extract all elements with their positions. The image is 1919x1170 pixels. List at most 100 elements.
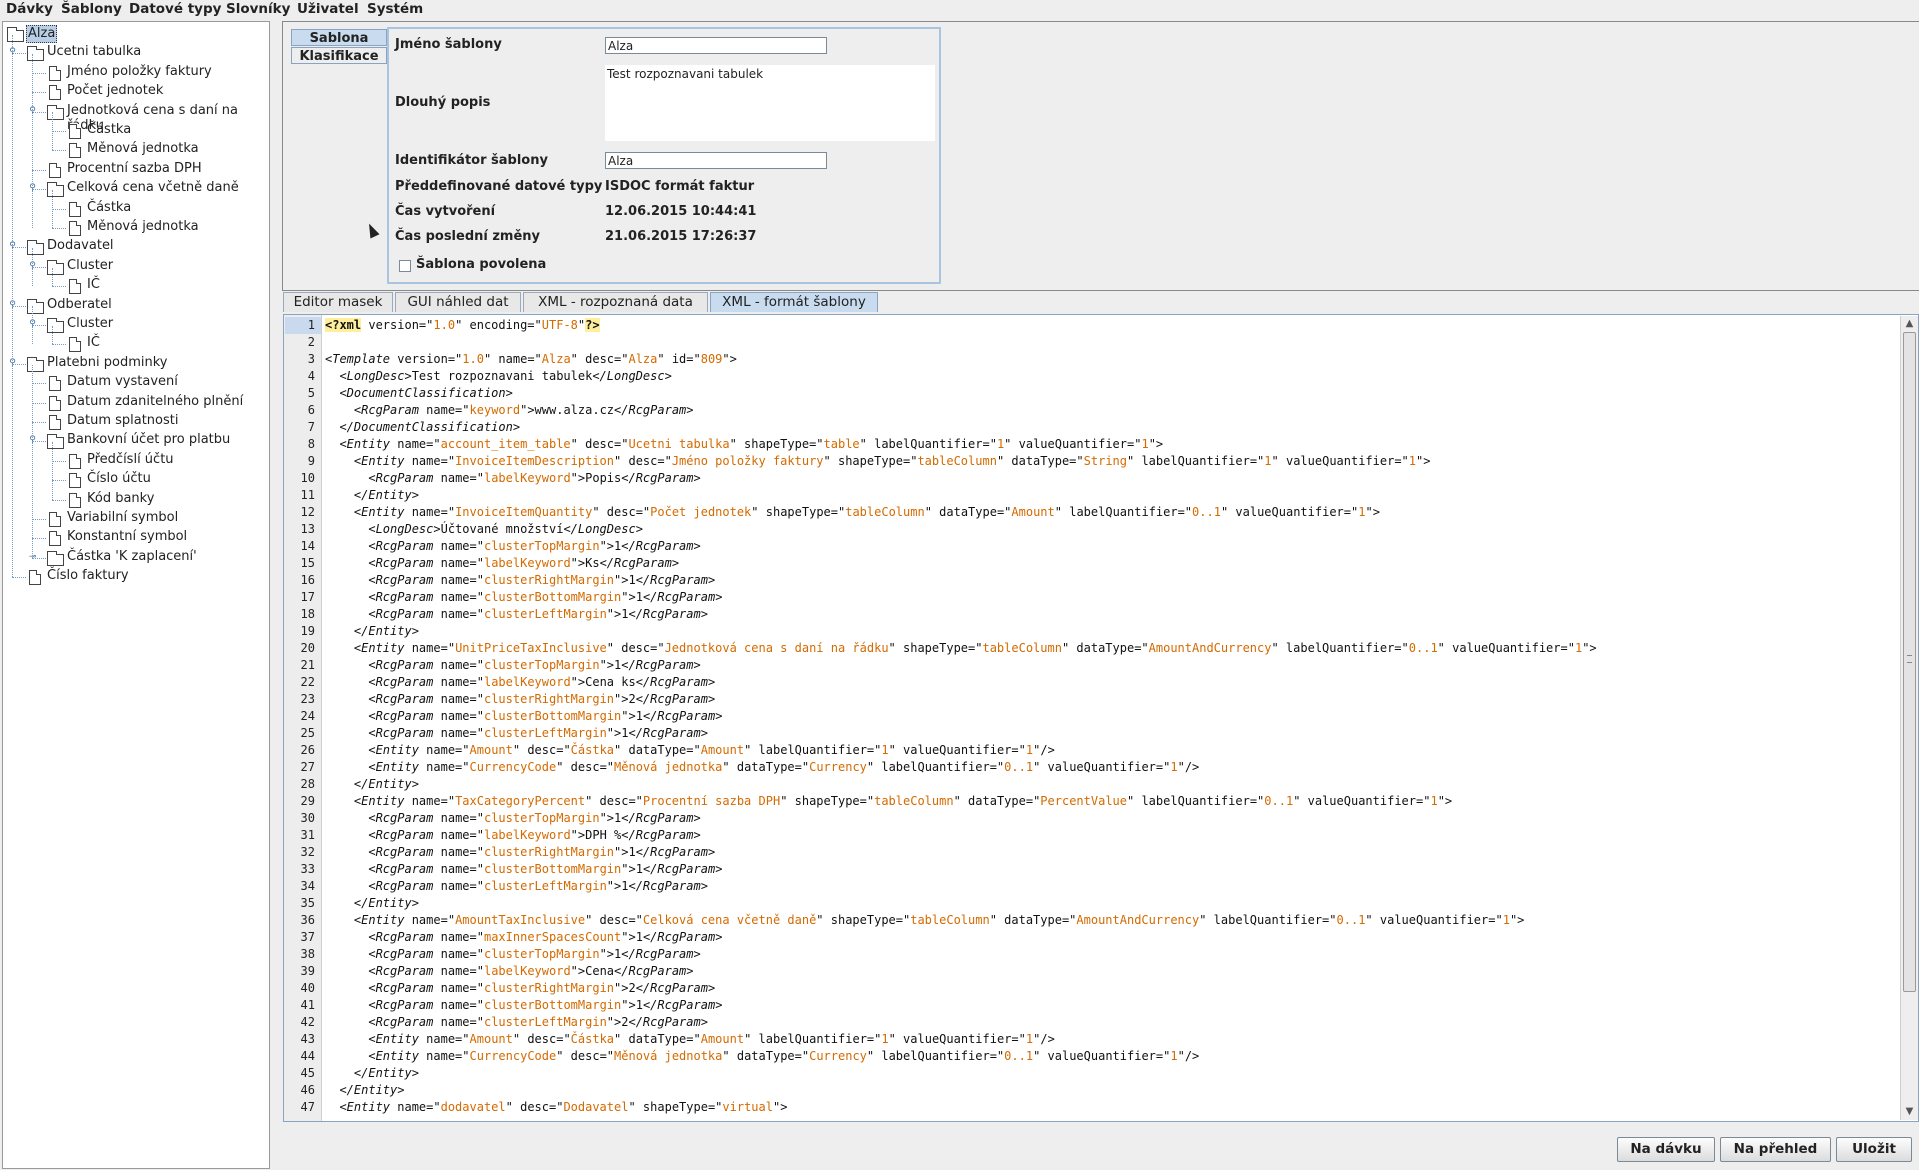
line-number: 1 [285,317,321,334]
tree-node-label: Cluster [67,316,114,331]
description-textarea[interactable]: Test rozpoznavani tabulek [605,65,935,141]
description-label: Dlouhý popis [395,95,491,110]
tree-connector [32,422,46,423]
scroll-down-icon[interactable]: ▼ [1903,1105,1916,1118]
modified-value: 21.06.2015 17:26:37 [605,229,757,244]
code-line: <RcgParam name="keyword">www.alza.cz</Rc… [353,403,694,417]
code-line: <RcgParam name="clusterBottomMargin">1</… [368,862,723,876]
code-line: </DocumentClassification> [339,420,521,434]
tree-node-label: Částka [87,199,132,215]
tree-connector [32,72,46,74]
menu-uzivatel[interactable]: Uživatel [297,1,359,17]
code-line: <Entity name="InvoiceItemQuantity" desc=… [353,505,1380,519]
line-number: 2 [307,335,315,349]
code-line: </Entity> [353,488,419,502]
folder-icon [47,434,64,450]
code-line: <Entity name="InvoiceItemDescription" de… [353,454,1431,468]
line-number: 23 [300,692,315,706]
tree-node[interactable] [3,335,267,353]
enabled-checkbox[interactable] [399,260,411,272]
predefined-types-value: ISDOC formát faktur [605,179,755,194]
tree-guide [52,189,53,228]
line-number: 3 [307,352,315,366]
document-icon [69,279,81,295]
tree-guide [52,112,53,151]
folder-icon [27,240,44,256]
line-number: 41 [300,998,315,1012]
to-batch-button[interactable]: Na dávku [1617,1137,1715,1162]
document-icon [49,65,61,81]
folder-icon [47,182,64,198]
line-number: 32 [300,845,315,859]
menu-sablony[interactable]: Šablony [61,1,122,17]
tab-klasifikace[interactable]: Klasifikace [291,47,387,64]
tree-node[interactable] [3,277,267,295]
code-line: <RcgParam name="labelKeyword">Cena ks</R… [368,675,716,689]
code-line: <Entity name="AmountTaxInclusive" desc="… [353,913,1525,927]
line-number: 29 [300,794,315,808]
document-icon [49,415,61,430]
scroll-thumb[interactable] [1903,332,1916,992]
save-button[interactable]: Uložit [1836,1137,1912,1162]
line-number: 35 [300,896,315,910]
menu-davky[interactable]: Dávky [6,1,53,17]
line-number: 17 [300,590,315,604]
document-icon [29,570,41,586]
document-icon [49,85,61,101]
line-number: 6 [307,403,315,417]
line-number: 5 [307,386,315,400]
code-line: <Entity name="UnitPriceTaxInclusive" des… [353,641,1597,655]
tree-connector [32,169,46,171]
tree-node-label: Konstantní symbol [67,529,188,545]
to-overview-button[interactable]: Na přehled [1720,1137,1831,1162]
predefined-types-label: Předdefinované datové typy [395,179,603,194]
code-line: <RcgParam name="clusterRightMargin">1</R… [368,573,716,587]
code-line: <RcgParam name="clusterTopMargin">1</Rcg… [368,539,701,553]
code-line: <RcgParam name="clusterTopMargin">1</Rcg… [368,947,701,961]
scroll-up-icon[interactable]: ▲ [1903,317,1916,330]
name-label: Jméno šablony [395,37,502,52]
line-number: 31 [300,828,315,842]
code-line: <RcgParam name="clusterLeftMargin">1</Rc… [368,879,708,893]
tree-node[interactable] [3,568,267,586]
tab-editor-masek[interactable]: Editor masek [283,292,393,312]
folder-icon [47,318,64,333]
tree-node-label: IČ [87,277,100,293]
tab-gui-nahled[interactable]: GUI náhled dat [395,292,521,312]
template-id-input[interactable] [605,152,827,169]
menu-slovniky[interactable]: Slovníky [226,1,290,17]
line-number: 34 [300,879,315,893]
line-number: 15 [300,556,315,570]
tree-guide [32,248,33,287]
tree-connector [52,208,66,210]
menu-system[interactable]: Systém [367,1,423,17]
tree-connector [52,460,66,462]
code-line: </Entity> [353,624,419,638]
code-line: <Template version="1.0" name="Alza" desc… [325,352,737,366]
tree-node-label: Datum zdanitelného plnění [67,393,244,409]
tab-xml-format[interactable]: XML - formát šablony [710,292,878,312]
tree-node[interactable] [3,122,267,140]
tree-connector [12,577,26,579]
tab-xml-rozpoznana[interactable]: XML - rozpoznaná data [523,292,708,312]
line-number: 45 [300,1066,315,1080]
tree-guide [32,364,33,558]
code-line: <RcgParam name="clusterLeftMargin">1</Rc… [368,607,708,621]
tree-node[interactable] [3,200,267,218]
document-icon [69,337,81,353]
line-number: 33 [300,862,315,876]
editor-scrollbar[interactable]: ▲ ▼ [1900,316,1918,1120]
folder-icon [7,27,24,42]
xml-editor[interactable]: 1 2 3 4 5 6 7 8 9 10 11 12 13 14 15 16 17 18 19 20 21 22 23 24 2… [283,314,1919,1122]
menu-datove-typy[interactable]: Datové typy [129,1,221,17]
name-input[interactable] [605,37,827,54]
tree-node-label: Cluster [67,257,114,273]
tree-node-label: Částka 'K zaplacení' [67,548,197,564]
tree-connector [32,538,46,540]
template-tree[interactable]: Alza ⚲ Ucetni tabulka Jméno položky faktury… [2,21,270,1169]
line-number: 46 [300,1083,315,1097]
line-number: 4 [307,369,315,383]
tab-sablona[interactable]: Sablona [291,29,387,46]
code-line: <DocumentClassification> [339,386,513,400]
code-line: <RcgParam name="labelKeyword">Popis</Rcg… [368,471,701,485]
